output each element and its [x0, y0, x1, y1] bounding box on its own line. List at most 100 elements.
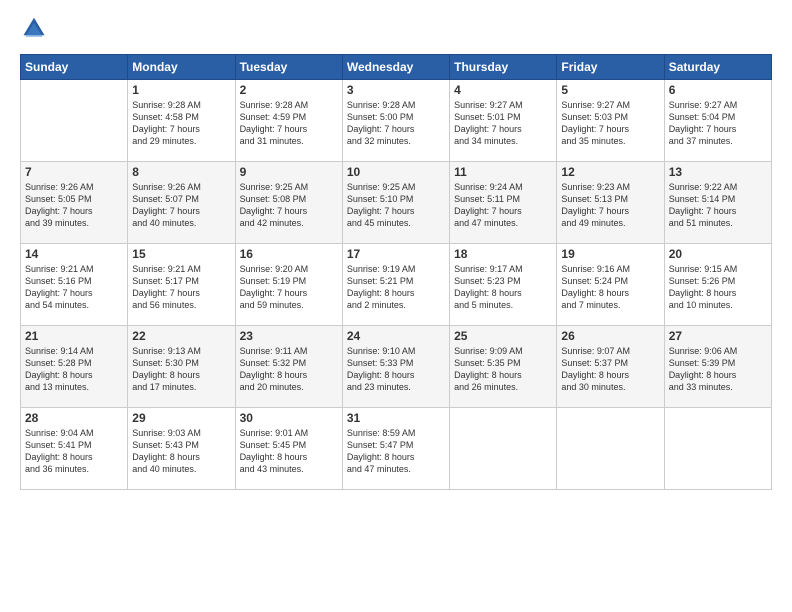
calendar-week-row: 7 Sunrise: 9:26 AM Sunset: 5:05 PM Daylig… — [21, 162, 772, 244]
day-number: 30 — [240, 411, 338, 425]
calendar-cell: 27 Sunrise: 9:06 AM Sunset: 5:39 PM Dayli… — [664, 326, 771, 408]
calendar-cell: 5Sunrise: 9:27 AM Sunset: 5:03 PM Daylig… — [557, 80, 664, 162]
cell-info: Sunrise: 9:24 AM Sunset: 5:11 PM Dayligh… — [454, 181, 552, 230]
cell-info: Sunrise: 9:22 AM Sunset: 5:14 PM Dayligh… — [669, 181, 767, 230]
calendar-cell: 23Sunrise: 9:11 AM Sunset: 5:32 PM Dayli… — [235, 326, 342, 408]
calendar-header-wednesday: Wednesday — [342, 55, 449, 80]
calendar-cell — [21, 80, 128, 162]
calendar-cell: 13 Sunrise: 9:22 AM Sunset: 5:14 PM Dayli… — [664, 162, 771, 244]
calendar-cell: 11 Sunrise: 9:24 AM Sunset: 5:11 PM Dayli… — [450, 162, 557, 244]
cell-info: Sunrise: 9:25 AM Sunset: 5:10 PM Dayligh… — [347, 181, 445, 230]
cell-info: Sunrise: 9:26 AM Sunset: 5:05 PM Dayligh… — [25, 181, 123, 230]
calendar-cell: 30 Sunrise: 9:01 AM Sunset: 5:45 PM Dayli… — [235, 408, 342, 490]
day-number: 17 — [347, 247, 445, 261]
calendar-cell: 2 Sunrise: 9:28 AM Sunset: 4:59 PM Daylig… — [235, 80, 342, 162]
calendar-cell: 28 Sunrise: 9:04 AM Sunset: 5:41 PM Dayli… — [21, 408, 128, 490]
day-number: 28 — [25, 411, 123, 425]
calendar-cell — [664, 408, 771, 490]
calendar-header-saturday: Saturday — [664, 55, 771, 80]
cell-info: Sunrise: 9:17 AM Sunset: 5:23 PM Dayligh… — [454, 263, 552, 312]
day-number: 27 — [669, 329, 767, 343]
cell-info: Sunrise: 9:09 AM Sunset: 5:35 PM Dayligh… — [454, 345, 552, 394]
day-number: 4 — [454, 83, 552, 97]
calendar-week-row: 14 Sunrise: 9:21 AM Sunset: 5:16 PM Dayli… — [21, 244, 772, 326]
calendar-week-row: 1 Sunrise: 9:28 AM Sunset: 4:58 PM Daylig… — [21, 80, 772, 162]
calendar-header-tuesday: Tuesday — [235, 55, 342, 80]
cell-info: Sunrise: 9:13 AM Sunset: 5:30 PM Dayligh… — [132, 345, 230, 394]
calendar-cell: 3 Sunrise: 9:28 AM Sunset: 5:00 PM Daylig… — [342, 80, 449, 162]
cell-info: Sunrise: 8:59 AM Sunset: 5:47 PM Dayligh… — [347, 427, 445, 476]
day-number: 11 — [454, 165, 552, 179]
day-number: 1 — [132, 83, 230, 97]
calendar-cell — [557, 408, 664, 490]
day-number: 29 — [132, 411, 230, 425]
cell-info: Sunrise: 9:07 AM Sunset: 5:37 PM Dayligh… — [561, 345, 659, 394]
cell-info: Sunrise: 9:01 AM Sunset: 5:45 PM Dayligh… — [240, 427, 338, 476]
day-number: 18 — [454, 247, 552, 261]
calendar-cell: 4 Sunrise: 9:27 AM Sunset: 5:01 PM Daylig… — [450, 80, 557, 162]
day-number: 5 — [561, 83, 659, 97]
day-number: 10 — [347, 165, 445, 179]
cell-info: Sunrise: 9:28 AM Sunset: 5:00 PM Dayligh… — [347, 99, 445, 148]
cell-info: Sunrise: 9:16 AM Sunset: 5:24 PM Dayligh… — [561, 263, 659, 312]
calendar-cell: 22 Sunrise: 9:13 AM Sunset: 5:30 PM Dayli… — [128, 326, 235, 408]
cell-info: Sunrise: 9:23 AM Sunset: 5:13 PM Dayligh… — [561, 181, 659, 230]
cell-info: Sunrise: 9:20 AM Sunset: 5:19 PM Dayligh… — [240, 263, 338, 312]
day-number: 26 — [561, 329, 659, 343]
day-number: 19 — [561, 247, 659, 261]
calendar-cell: 1 Sunrise: 9:28 AM Sunset: 4:58 PM Daylig… — [128, 80, 235, 162]
calendar-week-row: 28 Sunrise: 9:04 AM Sunset: 5:41 PM Dayli… — [21, 408, 772, 490]
day-number: 23 — [240, 329, 338, 343]
calendar-header-friday: Friday — [557, 55, 664, 80]
cell-info: Sunrise: 9:27 AM Sunset: 5:04 PM Dayligh… — [669, 99, 767, 148]
day-number: 16 — [240, 247, 338, 261]
calendar-cell: 29Sunrise: 9:03 AM Sunset: 5:43 PM Dayli… — [128, 408, 235, 490]
day-number: 2 — [240, 83, 338, 97]
calendar-cell: 9 Sunrise: 9:25 AM Sunset: 5:08 PM Daylig… — [235, 162, 342, 244]
cell-info: Sunrise: 9:06 AM Sunset: 5:39 PM Dayligh… — [669, 345, 767, 394]
calendar-cell: 25 Sunrise: 9:09 AM Sunset: 5:35 PM Dayli… — [450, 326, 557, 408]
calendar-cell: 15 Sunrise: 9:21 AM Sunset: 5:17 PM Dayli… — [128, 244, 235, 326]
calendar-cell: 10 Sunrise: 9:25 AM Sunset: 5:10 PM Dayli… — [342, 162, 449, 244]
calendar-header-row: SundayMondayTuesdayWednesdayThursdayFrid… — [21, 55, 772, 80]
cell-info: Sunrise: 9:28 AM Sunset: 4:58 PM Dayligh… — [132, 99, 230, 148]
calendar-cell: 16 Sunrise: 9:20 AM Sunset: 5:19 PM Dayli… — [235, 244, 342, 326]
calendar-header-sunday: Sunday — [21, 55, 128, 80]
calendar-cell: 7 Sunrise: 9:26 AM Sunset: 5:05 PM Daylig… — [21, 162, 128, 244]
day-number: 24 — [347, 329, 445, 343]
calendar-cell: 24 Sunrise: 9:10 AM Sunset: 5:33 PM Dayli… — [342, 326, 449, 408]
cell-info: Sunrise: 9:27 AM Sunset: 5:01 PM Dayligh… — [454, 99, 552, 148]
calendar-cell — [450, 408, 557, 490]
day-number: 8 — [132, 165, 230, 179]
cell-info: Sunrise: 9:04 AM Sunset: 5:41 PM Dayligh… — [25, 427, 123, 476]
cell-info: Sunrise: 9:10 AM Sunset: 5:33 PM Dayligh… — [347, 345, 445, 394]
day-number: 22 — [132, 329, 230, 343]
day-number: 14 — [25, 247, 123, 261]
day-number: 31 — [347, 411, 445, 425]
day-number: 21 — [25, 329, 123, 343]
day-number: 13 — [669, 165, 767, 179]
day-number: 15 — [132, 247, 230, 261]
logo — [20, 16, 52, 44]
cell-info: Sunrise: 9:21 AM Sunset: 5:16 PM Dayligh… — [25, 263, 123, 312]
day-number: 9 — [240, 165, 338, 179]
day-number: 12 — [561, 165, 659, 179]
day-number: 7 — [25, 165, 123, 179]
day-number: 6 — [669, 83, 767, 97]
calendar-cell: 31 Sunrise: 8:59 AM Sunset: 5:47 PM Dayli… — [342, 408, 449, 490]
calendar-cell: 19 Sunrise: 9:16 AM Sunset: 5:24 PM Dayli… — [557, 244, 664, 326]
calendar-cell: 26 Sunrise: 9:07 AM Sunset: 5:37 PM Dayli… — [557, 326, 664, 408]
cell-info: Sunrise: 9:25 AM Sunset: 5:08 PM Dayligh… — [240, 181, 338, 230]
day-number: 25 — [454, 329, 552, 343]
calendar-cell: 21 Sunrise: 9:14 AM Sunset: 5:28 PM Dayli… — [21, 326, 128, 408]
cell-info: Sunrise: 9:21 AM Sunset: 5:17 PM Dayligh… — [132, 263, 230, 312]
calendar-cell: 17Sunrise: 9:19 AM Sunset: 5:21 PM Dayli… — [342, 244, 449, 326]
day-number: 20 — [669, 247, 767, 261]
calendar-cell: 14 Sunrise: 9:21 AM Sunset: 5:16 PM Dayli… — [21, 244, 128, 326]
calendar-header-monday: Monday — [128, 55, 235, 80]
page: SundayMondayTuesdayWednesdayThursdayFrid… — [0, 0, 792, 612]
day-number: 3 — [347, 83, 445, 97]
cell-info: Sunrise: 9:14 AM Sunset: 5:28 PM Dayligh… — [25, 345, 123, 394]
cell-info: Sunrise: 9:28 AM Sunset: 4:59 PM Dayligh… — [240, 99, 338, 148]
calendar-header-thursday: Thursday — [450, 55, 557, 80]
